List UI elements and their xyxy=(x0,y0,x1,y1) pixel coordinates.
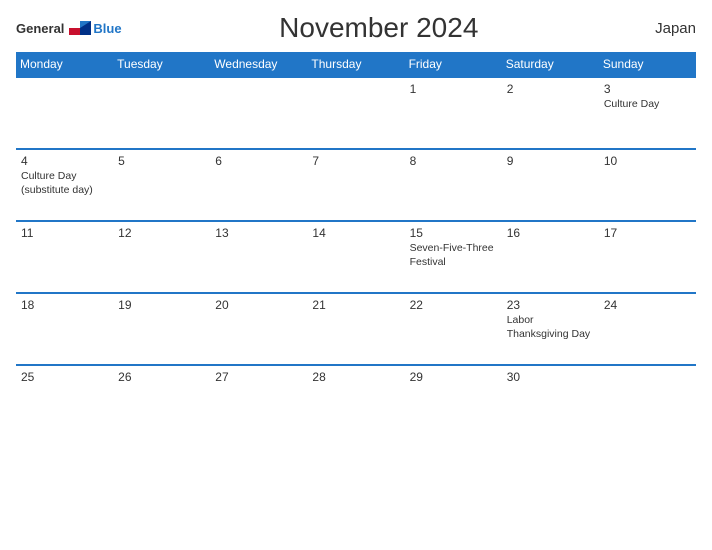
day-number: 10 xyxy=(604,154,691,168)
weekday-header-monday: Monday xyxy=(16,52,113,77)
calendar-body: 123Culture Day4Culture Day(substitute da… xyxy=(16,77,696,437)
calendar-cell: 3 Culture Day xyxy=(599,77,696,149)
day-number: 19 xyxy=(118,298,205,312)
day-number: 18 xyxy=(21,298,108,312)
day-number: 21 xyxy=(312,298,399,312)
weekday-header-thursday: Thursday xyxy=(307,52,404,77)
calendar-week-row: 25 26 27 28 29 30 xyxy=(16,365,696,437)
day-number: 29 xyxy=(410,370,497,384)
weekday-header-row: MondayTuesdayWednesdayThursdayFridaySatu… xyxy=(16,52,696,77)
event-label: Thanksgiving Day xyxy=(507,328,594,342)
day-number: 25 xyxy=(21,370,108,384)
calendar-cell: 10 xyxy=(599,149,696,221)
day-number: 26 xyxy=(118,370,205,384)
event-label: Labor xyxy=(507,314,594,328)
calendar-cell: 8 xyxy=(405,149,502,221)
calendar-cell: 1 xyxy=(405,77,502,149)
day-number: 13 xyxy=(215,226,302,240)
calendar-cell: 25 xyxy=(16,365,113,437)
calendar-cell: 15 Seven-Five-ThreeFestival xyxy=(405,221,502,293)
event-label: Culture Day xyxy=(21,170,108,184)
day-number: 24 xyxy=(604,298,691,312)
calendar-cell: 24 xyxy=(599,293,696,365)
header: General Blue November 2024 Japan xyxy=(16,12,696,44)
weekday-header-saturday: Saturday xyxy=(502,52,599,77)
calendar-week-row: 11 12 13 14 15 Seven-Five-ThreeFestival 16 17 xyxy=(16,221,696,293)
calendar-cell xyxy=(113,77,210,149)
calendar-cell: 16 xyxy=(502,221,599,293)
day-number: 5 xyxy=(118,154,205,168)
logo-flag-icon xyxy=(69,21,91,35)
calendar-table: MondayTuesdayWednesdayThursdayFridaySatu… xyxy=(16,52,696,437)
calendar-week-row: 18 19 20 21 22 23 LaborThanksgiving Day 24 xyxy=(16,293,696,365)
event-label: Seven-Five-Three xyxy=(410,242,497,256)
day-number: 7 xyxy=(312,154,399,168)
calendar-cell xyxy=(210,77,307,149)
day-number: 22 xyxy=(410,298,497,312)
calendar-cell: 26 xyxy=(113,365,210,437)
calendar-cell: 11 xyxy=(16,221,113,293)
weekday-header-wednesday: Wednesday xyxy=(210,52,307,77)
calendar-cell xyxy=(599,365,696,437)
day-number: 6 xyxy=(215,154,302,168)
logo-general-text: General xyxy=(16,21,64,36)
day-number: 1 xyxy=(410,82,497,96)
day-number: 14 xyxy=(312,226,399,240)
calendar-cell: 22 xyxy=(405,293,502,365)
calendar-cell: 5 xyxy=(113,149,210,221)
calendar-cell: 9 xyxy=(502,149,599,221)
calendar-cell: 21 xyxy=(307,293,404,365)
event-label: Festival xyxy=(410,256,497,270)
weekday-header-sunday: Sunday xyxy=(599,52,696,77)
calendar-cell: 4 Culture Day(substitute day) xyxy=(16,149,113,221)
day-number: 28 xyxy=(312,370,399,384)
day-number: 16 xyxy=(507,226,594,240)
calendar-cell: 14 xyxy=(307,221,404,293)
day-number: 15 xyxy=(410,226,497,240)
day-number: 17 xyxy=(604,226,691,240)
country-label: Japan xyxy=(636,20,696,37)
logo-blue-text: Blue xyxy=(93,21,121,36)
logo: General Blue xyxy=(16,21,122,36)
calendar-week-row: 4 Culture Day(substitute day) 56789 10 xyxy=(16,149,696,221)
calendar-cell: 20 xyxy=(210,293,307,365)
day-number: 23 xyxy=(507,298,594,312)
calendar-cell xyxy=(307,77,404,149)
day-number: 2 xyxy=(507,82,594,96)
weekday-header-friday: Friday xyxy=(405,52,502,77)
day-number: 3 xyxy=(604,82,691,96)
calendar-cell: 29 xyxy=(405,365,502,437)
day-number: 20 xyxy=(215,298,302,312)
calendar-cell: 7 xyxy=(307,149,404,221)
calendar-cell: 17 xyxy=(599,221,696,293)
calendar-cell: 28 xyxy=(307,365,404,437)
calendar-header: MondayTuesdayWednesdayThursdayFridaySatu… xyxy=(16,52,696,77)
event-label: (substitute day) xyxy=(21,184,108,198)
event-label: Culture Day xyxy=(604,98,691,112)
calendar-cell: 30 xyxy=(502,365,599,437)
calendar-week-row: 123 Culture Day xyxy=(16,77,696,149)
calendar-cell: 18 xyxy=(16,293,113,365)
calendar-page: General Blue November 2024 Japan MondayT… xyxy=(0,0,712,550)
day-number: 30 xyxy=(507,370,594,384)
calendar-cell: 23 LaborThanksgiving Day xyxy=(502,293,599,365)
calendar-cell: 12 xyxy=(113,221,210,293)
day-number: 12 xyxy=(118,226,205,240)
weekday-header-tuesday: Tuesday xyxy=(113,52,210,77)
calendar-cell: 6 xyxy=(210,149,307,221)
calendar-cell: 13 xyxy=(210,221,307,293)
day-number: 8 xyxy=(410,154,497,168)
calendar-title: November 2024 xyxy=(122,12,636,44)
day-number: 27 xyxy=(215,370,302,384)
calendar-cell xyxy=(16,77,113,149)
calendar-cell: 2 xyxy=(502,77,599,149)
day-number: 4 xyxy=(21,154,108,168)
calendar-cell: 27 xyxy=(210,365,307,437)
calendar-cell: 19 xyxy=(113,293,210,365)
day-number: 11 xyxy=(21,226,108,240)
day-number: 9 xyxy=(507,154,594,168)
